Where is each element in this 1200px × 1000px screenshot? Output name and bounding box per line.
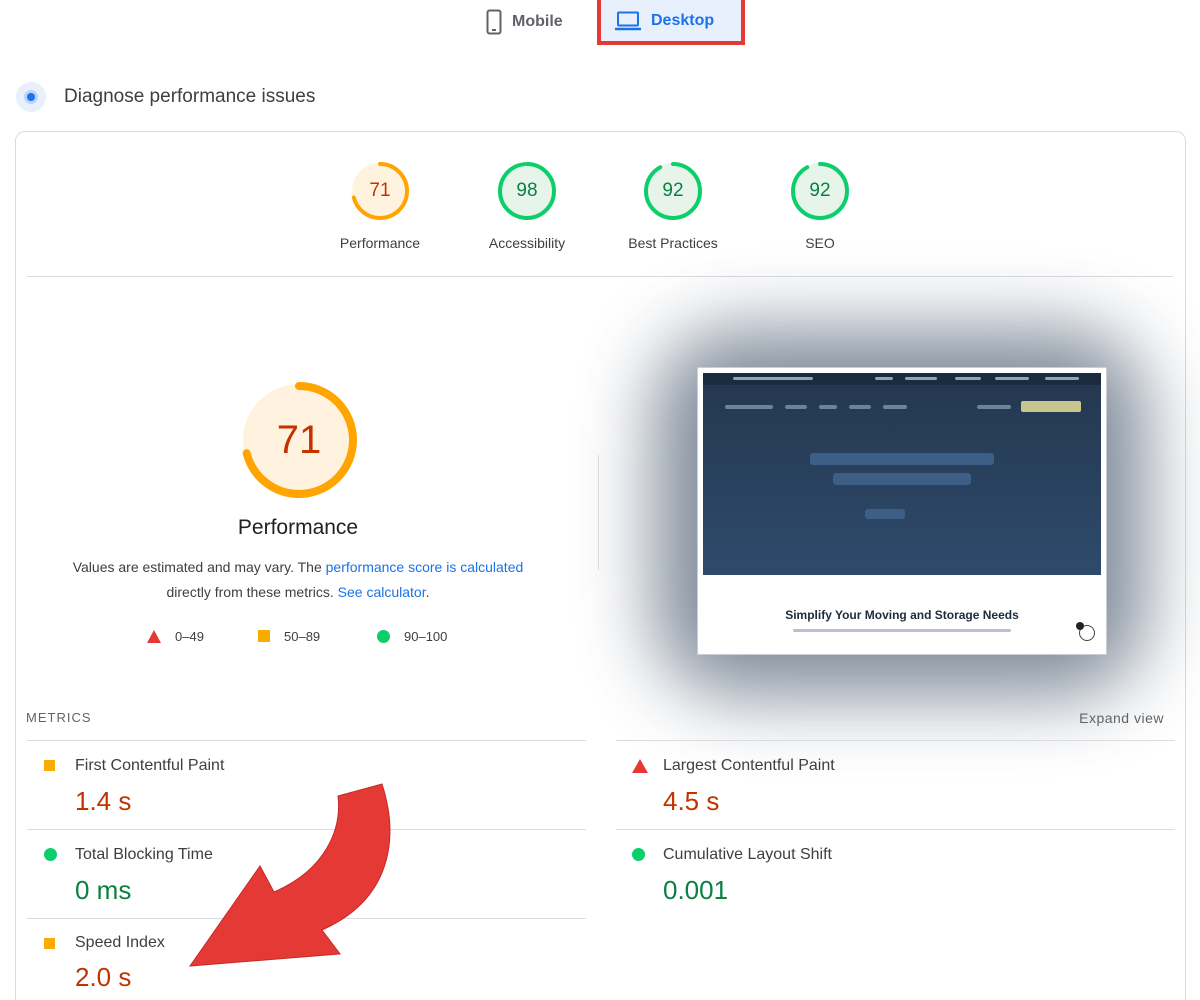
- annotation-arrow-icon: [188, 783, 391, 967]
- score-value: 92: [662, 180, 684, 201]
- metrics-heading: METRICS: [26, 710, 92, 725]
- gauges-divider: [27, 276, 1173, 277]
- pass-circle-icon: [632, 848, 645, 861]
- score-calculated-link[interactable]: performance score is calculated: [326, 559, 524, 575]
- metric-lcp-name: Largest Contentful Paint: [663, 757, 835, 774]
- legend-average: 50–89: [258, 627, 320, 645]
- performance-title: Performance: [237, 516, 359, 539]
- metric-fcp-value: 1.4 s: [75, 786, 132, 816]
- metric-cls-value: 0.001: [663, 875, 729, 905]
- average-square-icon: [44, 938, 55, 949]
- metric-si-value: 2.0 s: [75, 962, 132, 992]
- square-icon: [258, 630, 270, 642]
- score-value: 98: [516, 180, 538, 201]
- score-label: Accessibility: [488, 235, 566, 251]
- diagnose-icon: [16, 82, 46, 112]
- circle-icon: [377, 629, 390, 643]
- score-gauge-accessibility[interactable]: 98: [497, 161, 557, 221]
- metric-lcp-value: 4.5 s: [663, 786, 720, 816]
- score-value: 71: [369, 180, 391, 201]
- screenshot-footer-title: Simplify Your Moving and Storage Needs: [785, 608, 1019, 622]
- screenshot-footer-line: [793, 629, 1011, 632]
- laptop-icon: [615, 11, 641, 31]
- notification-dot: [1076, 622, 1084, 630]
- score-gauge-seo[interactable]: 92: [790, 161, 850, 221]
- tab-desktop-label: Desktop: [651, 11, 715, 29]
- legend-average-label: 50–89: [284, 628, 321, 644]
- tab-mobile[interactable]: Mobile: [482, 0, 592, 44]
- average-square-icon: [44, 760, 55, 771]
- fail-triangle-icon: [632, 759, 648, 773]
- score-value: 92: [809, 180, 831, 201]
- performance-gauge[interactable]: 71: [239, 380, 359, 500]
- metrics-divider-right-2: [616, 829, 1175, 830]
- section-title: Diagnose performance issues: [64, 86, 316, 107]
- score-gauge-performance[interactable]: 71: [350, 161, 410, 221]
- score-label: Best Practices: [628, 235, 718, 251]
- legend-fail-label: 0–49: [175, 628, 204, 644]
- see-calculator-link[interactable]: See calculator: [338, 584, 426, 600]
- phone-icon: [486, 9, 502, 35]
- legend-pass-label: 90–100: [404, 628, 448, 644]
- pass-circle-icon: [44, 848, 57, 861]
- metric-tbt-value: 0 ms: [75, 875, 132, 905]
- legend-fail: 0–49: [147, 627, 204, 645]
- performance-score: 71: [276, 418, 322, 462]
- tab-mobile-label: Mobile: [512, 13, 563, 30]
- screenshot-hero: [703, 373, 1101, 575]
- metrics-divider-left-1: [27, 740, 586, 741]
- metrics-divider-right-1: [616, 740, 1175, 741]
- legend-pass: 90–100: [377, 627, 447, 645]
- score-label: SEO: [805, 235, 835, 251]
- tab-desktop[interactable]: Desktop: [597, 0, 745, 45]
- column-separator: [598, 455, 599, 570]
- desc-text-3: .: [425, 584, 430, 600]
- score-gauge-best-practices[interactable]: 92: [643, 161, 703, 221]
- metric-cls-name: Cumulative Layout Shift: [663, 846, 832, 863]
- desc-text-2: directly from these metrics.: [166, 584, 338, 600]
- expand-view-button[interactable]: Expand view: [1060, 710, 1164, 726]
- desc-text-1: Values are estimated and may vary. The: [72, 559, 326, 575]
- score-label: Performance: [339, 235, 421, 251]
- page-screenshot[interactable]: Simplify Your Moving and Storage Needs: [697, 367, 1107, 655]
- performance-description: Values are estimated and may vary. The p…: [48, 555, 548, 605]
- triangle-icon: [147, 629, 161, 643]
